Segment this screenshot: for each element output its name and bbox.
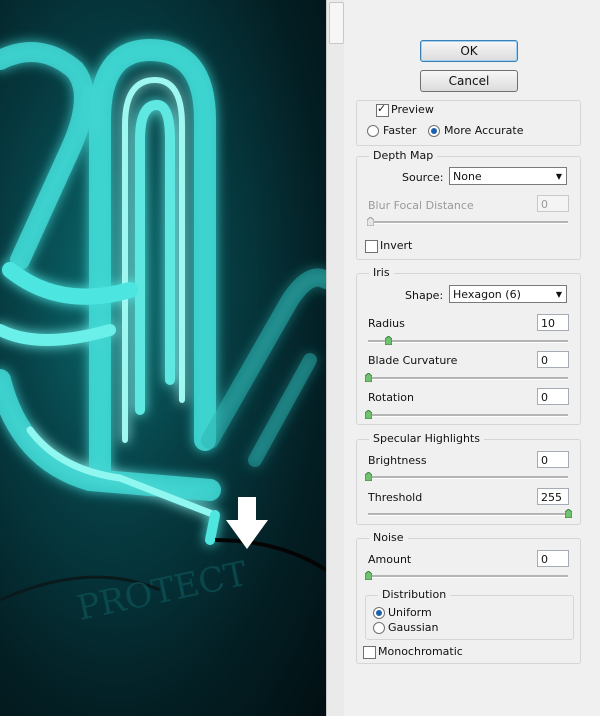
preview-label: Preview xyxy=(391,103,434,116)
gaussian-label: Gaussian xyxy=(388,621,439,634)
preview-canvas[interactable]: PROTECT xyxy=(0,0,326,716)
depth-map-title: Depth Map xyxy=(369,149,438,162)
gaussian-radio[interactable] xyxy=(373,622,385,634)
brightness-label: Brightness xyxy=(368,454,427,467)
blade-curvature-field[interactable]: 0 xyxy=(537,351,569,368)
rotation-slider[interactable] xyxy=(365,410,372,419)
more-accurate-label: More Accurate xyxy=(444,124,524,137)
uniform-label: Uniform xyxy=(388,606,432,619)
source-label: Source: xyxy=(402,171,444,184)
brightness-slider[interactable] xyxy=(365,472,372,481)
distribution-title: Distribution xyxy=(378,588,451,601)
chevron-down-icon: ▼ xyxy=(555,172,562,181)
scrollbar-thumb[interactable] xyxy=(329,2,344,44)
shape-label: Shape: xyxy=(405,289,444,302)
preview-scrollbar[interactable] xyxy=(326,0,346,716)
preview-group: Preview Faster More Accurate xyxy=(356,100,581,146)
settings-panel: OK Cancel Preview Faster More Accurate D… xyxy=(344,0,600,716)
shape-select[interactable]: Hexagon (6) ▼ xyxy=(449,285,567,303)
distribution-group: Distribution Uniform Gaussian xyxy=(365,588,574,640)
specular-highlights-group: Specular Highlights Brightness 0 Thresho… xyxy=(356,432,581,525)
amount-slider[interactable] xyxy=(365,571,372,580)
threshold-label: Threshold xyxy=(368,491,423,504)
amount-field[interactable]: 0 xyxy=(537,550,569,567)
uniform-radio[interactable] xyxy=(373,607,385,619)
faster-radio[interactable] xyxy=(367,125,379,137)
blade-curvature-label: Blade Curvature xyxy=(368,354,458,367)
monochromatic-label: Monochromatic xyxy=(378,645,463,658)
amount-label: Amount xyxy=(368,553,412,566)
blade-curvature-slider[interactable] xyxy=(365,373,372,382)
noise-title: Noise xyxy=(369,531,408,544)
neon-artwork: PROTECT xyxy=(0,38,326,629)
invert-label: Invert xyxy=(380,239,413,252)
rotation-track[interactable] xyxy=(368,414,568,417)
blur-focal-distance-label: Blur Focal Distance xyxy=(368,199,474,212)
source-select[interactable]: None ▼ xyxy=(449,167,567,185)
blur-focal-distance-track xyxy=(368,221,568,224)
blade-curvature-track[interactable] xyxy=(368,377,568,380)
iris-group: Iris Shape: Hexagon (6) ▼ Radius 10 Blade… xyxy=(356,266,581,425)
invert-checkbox[interactable] xyxy=(365,240,378,253)
brightness-track[interactable] xyxy=(368,476,568,479)
radius-label: Radius xyxy=(368,317,405,330)
more-accurate-radio[interactable] xyxy=(428,125,440,137)
noise-group: Noise Amount 0 Distribution Uniform Gaus… xyxy=(356,531,581,664)
amount-track[interactable] xyxy=(368,575,568,578)
threshold-track[interactable] xyxy=(368,513,568,516)
cancel-button[interactable]: Cancel xyxy=(420,70,518,92)
monochromatic-checkbox[interactable] xyxy=(363,646,376,659)
preview-checkbox[interactable] xyxy=(376,102,389,117)
faster-label: Faster xyxy=(383,124,417,137)
brightness-field[interactable]: 0 xyxy=(537,451,569,468)
radius-field[interactable]: 10 xyxy=(537,314,569,331)
specular-highlights-title: Specular Highlights xyxy=(369,432,484,445)
rotation-field[interactable]: 0 xyxy=(537,388,569,405)
chevron-down-icon: ▼ xyxy=(555,290,562,299)
radius-slider[interactable] xyxy=(385,336,392,345)
threshold-field[interactable]: 255 xyxy=(537,488,569,505)
threshold-slider[interactable] xyxy=(565,509,572,518)
ok-button[interactable]: OK xyxy=(420,40,518,62)
svg-text:PROTECT: PROTECT xyxy=(74,554,251,629)
blur-focal-distance-field: 0 xyxy=(537,195,569,212)
depth-map-group: Depth Map Source: None ▼ Blur Focal Dista… xyxy=(356,149,581,260)
radius-track[interactable] xyxy=(368,340,568,343)
iris-title: Iris xyxy=(369,266,394,279)
blur-focal-distance-slider xyxy=(367,217,374,226)
rotation-label: Rotation xyxy=(368,391,415,404)
